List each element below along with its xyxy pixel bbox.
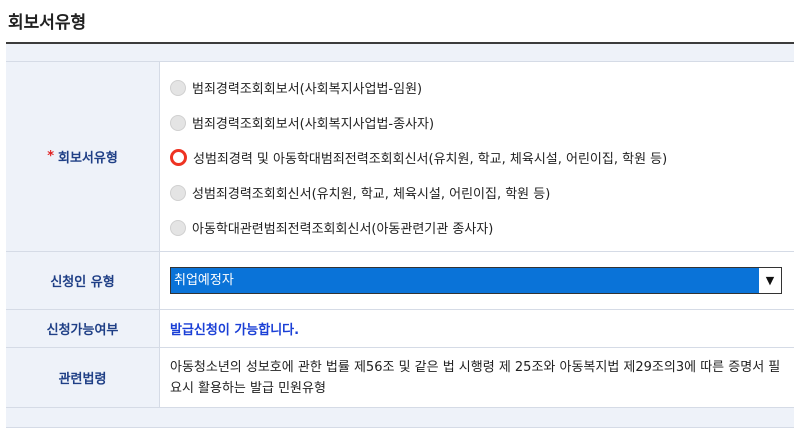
radio-unchecked-icon[interactable] xyxy=(170,184,186,201)
required-mark: * xyxy=(47,149,54,164)
report-form-table: * 회보서유형 범죄경력조회회보서(사회복지사업법-임원) 범죄경력조회회보서(… xyxy=(6,42,794,428)
radio-option-welfare-executive[interactable]: 범죄경력조회회보서(사회복지사업법-임원) xyxy=(170,70,794,105)
availability-row: 신청가능여부 발급신청이 가능합니다. xyxy=(6,310,794,348)
related-law-value-cell: 아동청소년의 성보호에 관한 법률 제56조 및 같은 법 시행령 제 25조와… xyxy=(160,348,794,407)
radio-unchecked-icon[interactable] xyxy=(170,79,186,96)
availability-value-cell: 발급신청이 가능합니다. xyxy=(160,310,794,347)
radio-option-label: 범죄경력조회회보서(사회복지사업법-임원) xyxy=(192,82,423,97)
radio-option-label: 성범죄경력 및 아동학대범죄전력조회회신서(유치원, 학교, 체육시설, 어린이… xyxy=(193,152,668,167)
report-type-label-cell: * 회보서유형 xyxy=(6,62,160,251)
related-law-text: 아동청소년의 성보호에 관한 법률 제56조 및 같은 법 시행령 제 25조와… xyxy=(170,359,781,396)
chevron-down-icon[interactable]: ▼ xyxy=(759,268,781,293)
table-footer-band xyxy=(6,408,794,428)
related-law-row: 관련법령 아동청소년의 성보호에 관한 법률 제56조 및 같은 법 시행령 제… xyxy=(6,348,794,408)
availability-status: 발급신청이 가능합니다. xyxy=(170,323,300,338)
table-header-band xyxy=(6,44,794,62)
report-type-row: * 회보서유형 범죄경력조회회보서(사회복지사업법-임원) 범죄경력조회회보서(… xyxy=(6,62,794,252)
report-type-options: 범죄경력조회회보서(사회복지사업법-임원) 범죄경력조회회보서(사회복지사업법-… xyxy=(160,62,794,251)
radio-unchecked-icon[interactable] xyxy=(170,114,186,131)
availability-label: 신청가능여부 xyxy=(6,310,160,347)
radio-option-sex-crime-child-abuse[interactable]: 성범죄경력 및 아동학대범죄전력조회회신서(유치원, 학교, 체육시설, 어린이… xyxy=(170,140,794,175)
radio-option-label: 성범죄경력조회회신서(유치원, 학교, 체육시설, 어린이집, 학원 등) xyxy=(192,187,551,202)
radio-option-sex-crime[interactable]: 성범죄경력조회회신서(유치원, 학교, 체육시설, 어린이집, 학원 등) xyxy=(170,175,794,210)
applicant-type-row: 신청인 유형 취업예정자 ▼ xyxy=(6,252,794,310)
radio-option-label: 아동학대관련범죄전력조회회신서(아동관련기관 종사자) xyxy=(192,222,494,237)
related-law-label: 관련법령 xyxy=(6,348,160,407)
radio-unchecked-icon[interactable] xyxy=(170,219,186,236)
applicant-type-selected[interactable]: 취업예정자 xyxy=(171,268,759,293)
radio-option-label: 범죄경력조회회보서(사회복지사업법-종사자) xyxy=(192,117,435,132)
page-title: 회보서유형 xyxy=(8,13,87,33)
radio-option-child-abuse[interactable]: 아동학대관련범죄전력조회회신서(아동관련기관 종사자) xyxy=(170,210,794,245)
radio-checked-icon[interactable] xyxy=(170,149,187,166)
applicant-type-label: 신청인 유형 xyxy=(6,252,160,309)
applicant-type-value-cell: 취업예정자 ▼ xyxy=(160,252,794,309)
radio-option-welfare-worker[interactable]: 범죄경력조회회보서(사회복지사업법-종사자) xyxy=(170,105,794,140)
report-type-label: 회보서유형 xyxy=(58,151,118,166)
applicant-type-select[interactable]: 취업예정자 ▼ xyxy=(170,267,782,294)
